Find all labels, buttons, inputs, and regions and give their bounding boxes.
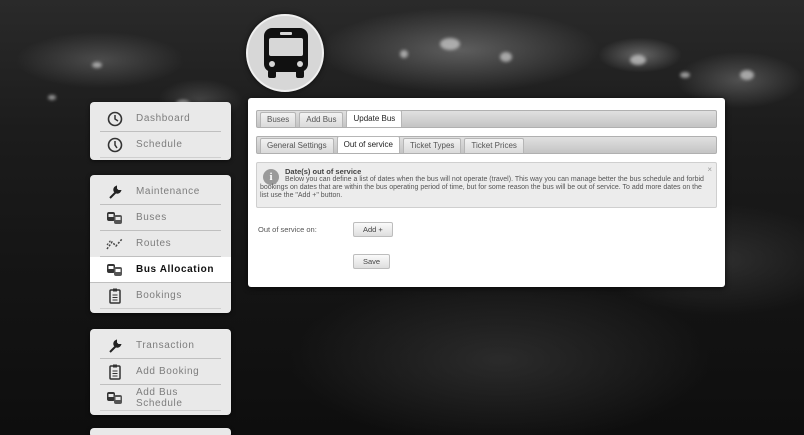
sidebar-item-label: Dashboard xyxy=(136,113,191,124)
top-tabbar: Buses Add Bus Update Bus xyxy=(256,110,717,128)
save-button[interactable]: Save xyxy=(353,254,391,269)
buses-icon xyxy=(106,389,124,407)
sidebar-item-label: Schedule xyxy=(136,139,183,150)
sidebar-item-schedule[interactable]: Schedule xyxy=(100,132,221,158)
sidebar-item-label: Add Bus Schedule xyxy=(136,386,183,409)
sidebar-item-maintenance[interactable]: Maintenance xyxy=(100,179,221,205)
sidebar-item-label: Buses xyxy=(136,212,167,223)
tab-general-settings[interactable]: General Settings xyxy=(260,138,334,153)
sidebar-item-bookings[interactable]: Bookings xyxy=(100,283,221,309)
sidebar-group-maintenance: Maintenance Buses Routes Bus Allocation … xyxy=(90,175,231,313)
notice-body: Below you can define a list of dates whe… xyxy=(260,176,704,199)
sidebar-item-label: Bus Allocation xyxy=(136,264,215,275)
sidebar-group-more xyxy=(90,428,231,435)
sidebar-item-add-bus-schedule[interactable]: Add Bus Schedule xyxy=(100,385,221,411)
tab-buses[interactable]: Buses xyxy=(260,112,297,127)
buses-icon xyxy=(106,209,124,227)
sidebar-item-dashboard[interactable]: Dashboard xyxy=(100,106,221,132)
tab-update-bus[interactable]: Update Bus xyxy=(346,110,403,127)
update-bus-panel: Buses Add Bus Update Bus General Setting… xyxy=(248,98,725,287)
sidebar-item-label: Routes xyxy=(136,238,172,249)
sub-tabbar: General Settings Out of service Ticket T… xyxy=(256,136,717,154)
sidebar-item-routes[interactable]: Routes xyxy=(100,231,221,257)
info-notice: i Date(s) out of service Below you can d… xyxy=(256,162,717,208)
sidebar-group-main: Dashboard Schedule xyxy=(90,102,231,160)
tab-add-bus[interactable]: Add Bus xyxy=(299,112,344,127)
document-icon xyxy=(106,287,124,305)
sidebar-item-buses[interactable]: Buses xyxy=(100,205,221,231)
sidebar-item-add-booking[interactable]: Add Booking xyxy=(100,359,221,385)
close-icon[interactable]: × xyxy=(707,166,712,174)
sidebar-item-label: Add Booking xyxy=(136,366,200,377)
wrench-icon xyxy=(106,183,124,201)
routes-icon xyxy=(106,235,124,253)
bus-logo-icon xyxy=(246,14,324,92)
sidebar-item-label: Maintenance xyxy=(136,186,200,197)
out-of-service-label: Out of service on: xyxy=(258,225,317,234)
wrench-icon xyxy=(106,337,124,355)
tab-out-of-service[interactable]: Out of service xyxy=(336,136,400,153)
clock-icon xyxy=(106,136,124,154)
sidebar-item-bus-allocation[interactable]: Bus Allocation xyxy=(90,257,231,283)
add-date-button[interactable]: Add + xyxy=(353,222,393,237)
sidebar-item-transaction[interactable]: Transaction xyxy=(100,333,221,359)
tab-ticket-prices[interactable]: Ticket Prices xyxy=(464,138,524,153)
sidebar-item-label: Transaction xyxy=(136,340,195,351)
document-icon xyxy=(106,363,124,381)
sidebar-item-label: Bookings xyxy=(136,290,182,301)
clock-icon xyxy=(106,110,124,128)
buses-icon xyxy=(106,261,124,279)
tab-ticket-types[interactable]: Ticket Types xyxy=(402,138,462,153)
sidebar-group-transaction: Transaction Add Booking Add Bus Schedule xyxy=(90,329,231,415)
notice-title: Date(s) out of service xyxy=(285,167,362,176)
